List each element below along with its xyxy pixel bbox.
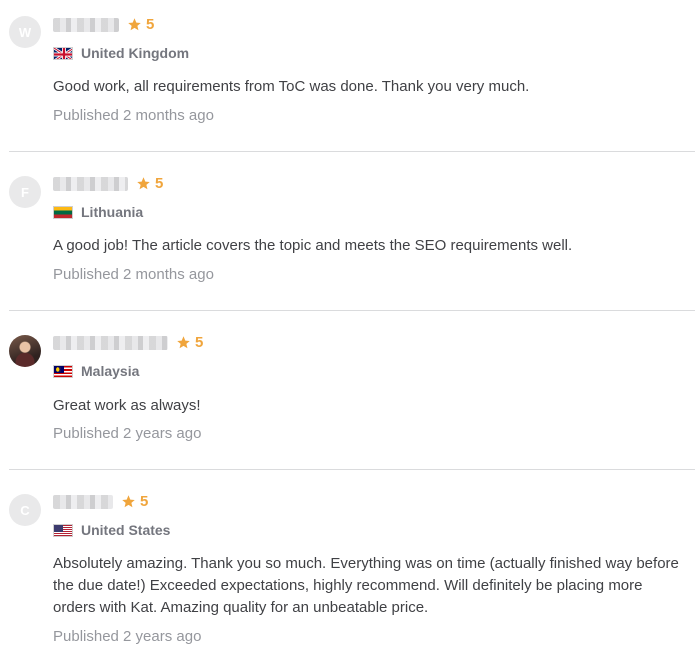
country-row: Malaysia — [53, 363, 139, 379]
reviewer-name-redacted — [53, 17, 119, 32]
rating: 5 — [121, 493, 148, 510]
review-text: Good work, all requirements from ToC was… — [53, 78, 530, 95]
avatar[interactable]: C — [9, 494, 41, 526]
country-name: United States — [81, 522, 171, 538]
rating-value: 5 — [195, 334, 204, 351]
divider — [9, 310, 695, 311]
avatar-initial: W — [18, 24, 32, 40]
lithuania-flag-icon — [53, 205, 73, 219]
reviewer-name-row: 5 — [53, 493, 148, 510]
published-date: Published 2 years ago — [53, 628, 202, 645]
divider — [9, 469, 695, 470]
avatar[interactable]: W — [9, 16, 41, 48]
avatar-initial: F — [21, 184, 29, 200]
reviewer-name-redacted — [53, 494, 113, 509]
country-row: United Kingdom — [53, 45, 189, 61]
flag-canton — [54, 524, 63, 532]
star-icon — [177, 336, 190, 349]
crescent-icon — [56, 366, 61, 372]
reviewer-name-row: 5 — [53, 16, 154, 33]
country-name: Malaysia — [81, 363, 140, 379]
star-icon — [137, 177, 150, 190]
rating-value: 5 — [140, 493, 149, 510]
rating-value: 5 — [146, 16, 155, 33]
reviewer-name-row: 5 — [53, 175, 163, 192]
reviewer-name-redacted — [53, 335, 168, 350]
rating: 5 — [176, 334, 203, 351]
review-text: Great work as always! — [53, 397, 201, 414]
published-date: Published 2 months ago — [53, 107, 214, 124]
reviewer-name-row: 5 — [53, 334, 203, 351]
star-icon — [122, 495, 135, 508]
rating-value: 5 — [155, 175, 164, 192]
reviewer-name-redacted — [53, 176, 128, 191]
avatar-initial: C — [20, 502, 30, 518]
divider — [9, 151, 695, 152]
rating: 5 — [127, 16, 154, 33]
published-date: Published 2 years ago — [53, 425, 202, 442]
country-name: Lithuania — [81, 204, 144, 220]
rating: 5 — [136, 175, 163, 192]
review-text: A good job! The article covers the topic… — [53, 237, 573, 254]
country-row: United States — [53, 522, 170, 538]
avatar[interactable]: F — [9, 176, 41, 208]
malaysia-flag-icon — [53, 364, 73, 378]
uk-flag-icon — [53, 46, 73, 60]
avatar[interactable] — [9, 335, 41, 367]
country-row: Lithuania — [53, 204, 143, 220]
country-name: United Kingdom — [81, 45, 190, 61]
usa-flag-icon — [53, 523, 73, 537]
published-date: Published 2 months ago — [53, 266, 214, 283]
star-icon — [128, 18, 141, 31]
review-text: Absolutely amazing. Thank you so much. E… — [53, 555, 679, 616]
